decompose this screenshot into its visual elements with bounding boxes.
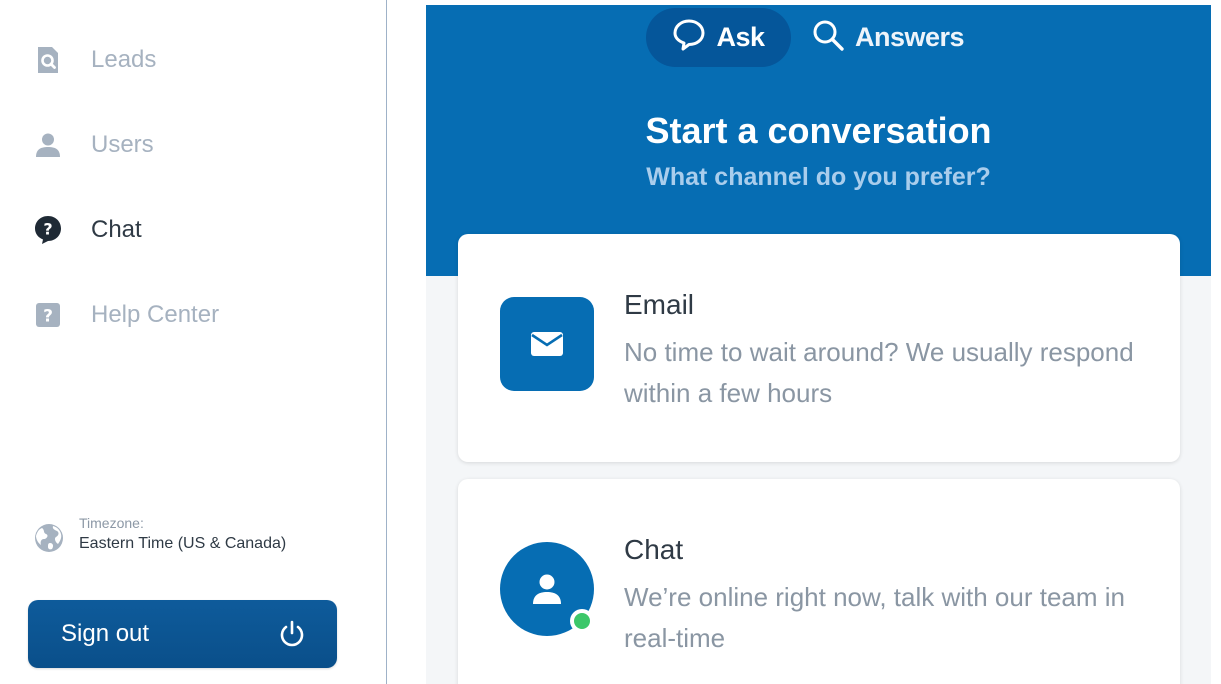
widget-subtitle: What channel do you prefer? xyxy=(646,163,991,191)
sidebar-item-users[interactable]: Users xyxy=(33,125,154,165)
chat-widget: Ask Answers Start a conversation What ch… xyxy=(426,5,1211,684)
chat-card-description: We’re online right now, talk with our te… xyxy=(624,582,1125,653)
timezone-value: Eastern Time (US & Canada) xyxy=(79,535,287,552)
leads-search-icon xyxy=(33,45,63,75)
widget-title: Start a conversation xyxy=(645,110,992,151)
tab-ask-label: Ask xyxy=(716,22,765,52)
sidebar-item-label: Leads xyxy=(91,46,157,73)
tab-answers[interactable]: Answers xyxy=(811,8,965,67)
chat-channel-card[interactable]: Chat We’re online right now, talk with o… xyxy=(458,479,1180,684)
timezone-caption: Timezone: xyxy=(79,515,144,531)
search-icon xyxy=(811,18,845,57)
svg-text:?: ? xyxy=(43,220,52,239)
user-icon xyxy=(33,130,63,160)
tab-ask[interactable]: Ask xyxy=(646,8,791,67)
chat-bubble-icon xyxy=(672,18,706,57)
sidebar-item-label: Help Center xyxy=(91,301,220,328)
sign-out-button[interactable]: Sign out xyxy=(28,600,337,668)
sidebar-item-chat[interactable]: ? Chat xyxy=(33,210,142,250)
sidebar-divider xyxy=(386,0,387,684)
help-square-icon: ? xyxy=(33,300,63,330)
timezone-info[interactable]: Timezone: Eastern Time (US & Canada) xyxy=(33,514,286,556)
tab-answers-label: Answers xyxy=(855,22,965,52)
envelope-icon xyxy=(500,297,594,391)
sidebar: Leads Users ? Chat ? Help Center Timezon… xyxy=(0,0,386,684)
power-icon xyxy=(277,619,307,649)
email-channel-card[interactable]: Email No time to wait around? We usually… xyxy=(458,234,1180,462)
sign-out-label: Sign out xyxy=(61,620,150,647)
online-status-dot xyxy=(570,609,594,633)
sidebar-item-label: Users xyxy=(91,131,154,158)
sidebar-item-help-center[interactable]: ? Help Center xyxy=(33,295,219,335)
sidebar-item-leads[interactable]: Leads xyxy=(33,40,156,80)
globe-icon xyxy=(33,522,65,554)
email-card-description: No time to wait around? We usually respo… xyxy=(624,337,1134,408)
chat-card-title: Chat xyxy=(624,534,684,565)
question-bubble-icon: ? xyxy=(33,215,63,245)
email-card-title: Email xyxy=(624,289,695,320)
sidebar-item-label: Chat xyxy=(91,216,142,243)
svg-text:?: ? xyxy=(43,307,53,327)
